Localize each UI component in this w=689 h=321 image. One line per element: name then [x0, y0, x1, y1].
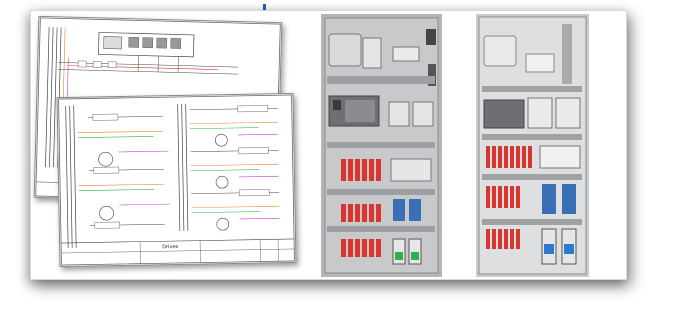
motor-symbol-icon: [215, 175, 229, 189]
motor-symbol-icon: [98, 151, 113, 167]
schematic-sheet-front: Drives: [56, 92, 297, 268]
motor-symbol-icon: [99, 205, 114, 221]
control-panel-render-2: [476, 14, 589, 277]
sheet-title: Drives: [162, 244, 178, 250]
motor-symbol-icon: [215, 133, 228, 147]
control-panel-icon: [321, 14, 442, 277]
control-panel-icon: [476, 14, 589, 277]
control-panel-render-1: [321, 14, 442, 277]
motor-symbol-icon: [216, 217, 230, 231]
schematic-front-drawing: Drives: [58, 94, 295, 266]
